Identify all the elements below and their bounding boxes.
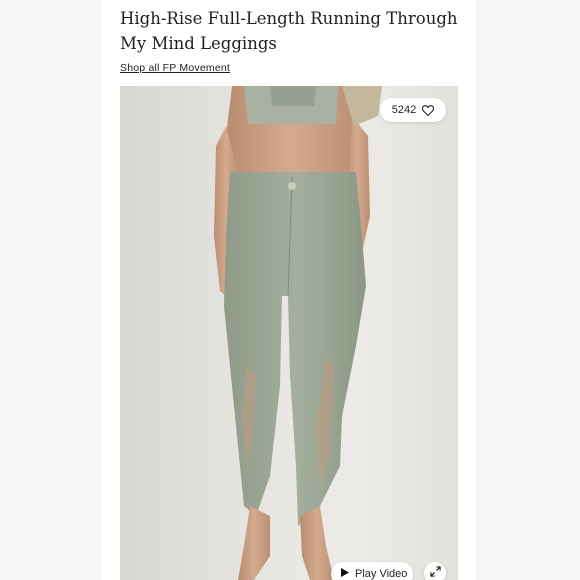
product-image[interactable] — [120, 86, 458, 580]
product-page: High-Rise Full-Length Running Through My… — [0, 0, 580, 580]
product-title: High-Rise Full-Length Running Through My… — [120, 9, 458, 53]
expand-icon — [429, 564, 441, 580]
heart-icon — [422, 104, 435, 116]
likes-badge[interactable]: 5242 — [380, 98, 446, 122]
expand-button[interactable] — [424, 562, 446, 580]
model-photo — [214, 86, 382, 580]
shop-all-link[interactable]: Shop all FP Movement — [120, 62, 230, 74]
play-icon — [341, 568, 349, 580]
play-video-button[interactable]: Play Video — [331, 562, 413, 580]
play-video-label: Play Video — [355, 568, 408, 580]
likes-count: 5242 — [391, 104, 417, 116]
